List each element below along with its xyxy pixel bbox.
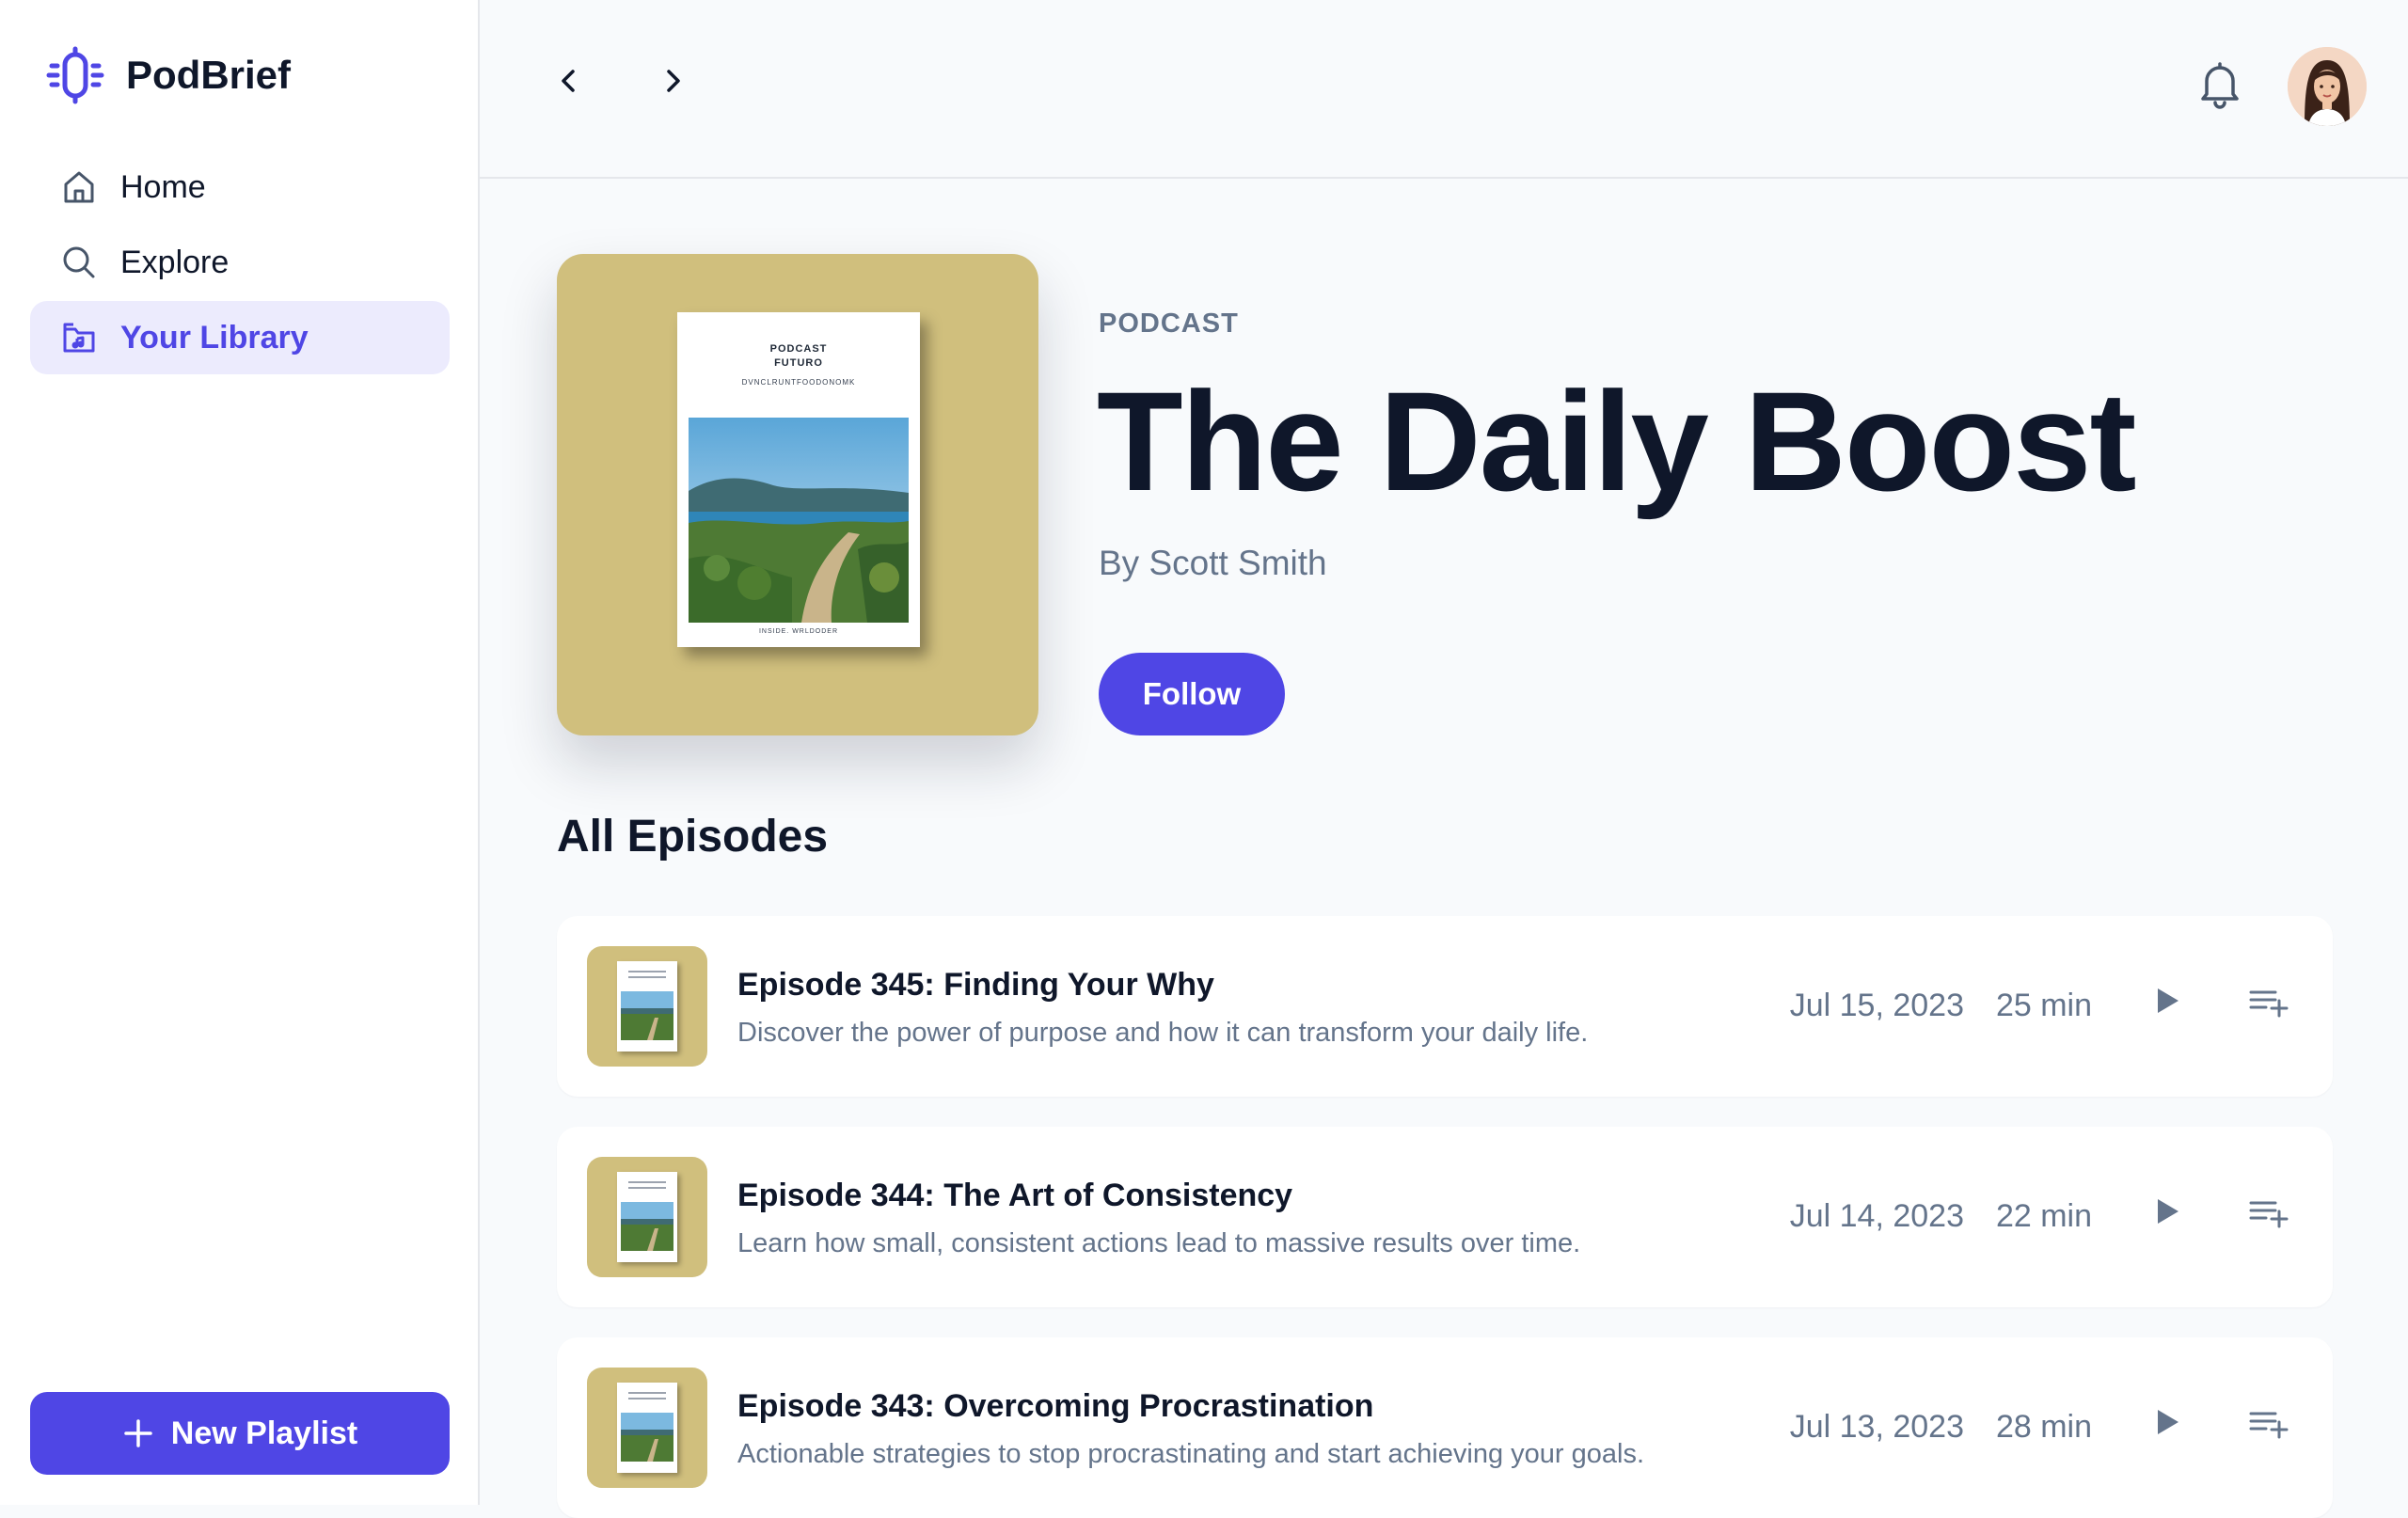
cover-book-image: PODCAST FUTURO DVNCLRUNTFOODONOMK INSIDE…: [677, 312, 920, 647]
home-icon: [60, 168, 98, 206]
user-avatar[interactable]: [2288, 47, 2367, 126]
episode-thumbnail: [587, 1368, 707, 1488]
episode-duration: 22 min: [1995, 1198, 2092, 1234]
episode-duration: 25 min: [1995, 988, 2092, 1023]
app-name: PodBrief: [126, 53, 292, 97]
episode-title[interactable]: Episode 345: Finding Your Why: [737, 967, 1214, 1004]
episodes-section-title: All Episodes: [557, 812, 829, 862]
play-icon: [2154, 1197, 2180, 1230]
top-bar: [480, 0, 2408, 179]
episode-description: Actionable strategies to stop procrastin…: [737, 1439, 1644, 1469]
new-playlist-label: New Playlist: [170, 1415, 358, 1451]
cover-line-1: PODCAST: [769, 343, 828, 355]
cover-landscape-image: [689, 418, 909, 623]
sidebar: PodBrief Home Explore Your Library New P…: [0, 0, 480, 1505]
back-button[interactable]: [546, 56, 593, 109]
sidebar-item-label: Home: [120, 168, 206, 205]
play-button[interactable]: [2141, 1187, 2194, 1240]
podcast-type-label: PODCAST: [1099, 308, 1239, 339]
cover-footer: INSIDE. WRLDODER: [758, 628, 839, 635]
episode-title[interactable]: Episode 344: The Art of Consistency: [737, 1178, 1292, 1214]
add-to-queue-button[interactable]: [2242, 1189, 2295, 1241]
notifications-button[interactable]: [2192, 58, 2248, 115]
episode-title[interactable]: Episode 343: Overcoming Procrastination: [737, 1388, 1373, 1425]
playlist-add-icon: [2249, 988, 2289, 1022]
play-button[interactable]: [2141, 1398, 2194, 1450]
podcast-cover: PODCAST FUTURO DVNCLRUNTFOODONOMK INSIDE…: [557, 254, 1038, 735]
episode-thumbnail: [587, 1157, 707, 1277]
add-to-queue-button[interactable]: [2242, 978, 2295, 1031]
cover-line-2: FUTURO: [774, 357, 823, 369]
sidebar-item-home[interactable]: Home: [30, 150, 450, 224]
play-icon: [2154, 1408, 2180, 1441]
episode-row[interactable]: Episode 345: Finding Your Why Discover t…: [557, 916, 2333, 1097]
sidebar-item-label: Your Library: [120, 319, 309, 356]
follow-button[interactable]: Follow: [1099, 653, 1285, 735]
forward-button[interactable]: [649, 56, 696, 109]
episode-date: Jul 14, 2023: [1789, 1198, 1964, 1234]
episode-thumbnail: [587, 946, 707, 1067]
episode-duration: 28 min: [1995, 1409, 2092, 1445]
sidebar-item-label: Explore: [120, 244, 230, 280]
sidebar-item-your-library[interactable]: Your Library: [30, 301, 450, 374]
bell-icon: [2197, 60, 2242, 114]
episode-row[interactable]: Episode 344: The Art of Consistency Lear…: [557, 1127, 2333, 1307]
library-icon: [60, 319, 98, 356]
add-to-queue-button[interactable]: [2242, 1399, 2295, 1452]
play-button[interactable]: [2141, 976, 2194, 1029]
sidebar-nav: Home Explore Your Library: [30, 150, 450, 376]
sidebar-item-explore[interactable]: Explore: [30, 226, 450, 299]
chevron-left-icon: [556, 66, 582, 101]
playlist-add-icon: [2249, 1409, 2289, 1444]
plus-icon: [122, 1417, 154, 1449]
episode-date: Jul 13, 2023: [1789, 1409, 1964, 1445]
brand[interactable]: PodBrief: [45, 45, 291, 105]
podcast-author: By Scott Smith: [1099, 544, 1327, 582]
app-logo-icon: [45, 45, 105, 105]
episode-description: Discover the power of purpose and how it…: [737, 1018, 1589, 1048]
episode-row[interactable]: Episode 343: Overcoming Procrastination …: [557, 1337, 2333, 1518]
search-icon: [60, 244, 98, 281]
play-icon: [2154, 987, 2180, 1020]
episode-description: Learn how small, consistent actions lead…: [737, 1228, 1581, 1258]
new-playlist-button[interactable]: New Playlist: [30, 1392, 450, 1475]
cover-subtitle: DVNCLRUNTFOODONOMK: [741, 378, 856, 387]
playlist-add-icon: [2249, 1198, 2289, 1233]
page-title: The Daily Boost: [1097, 362, 2136, 520]
chevron-right-icon: [659, 66, 686, 101]
episode-date: Jul 15, 2023: [1789, 988, 1964, 1023]
